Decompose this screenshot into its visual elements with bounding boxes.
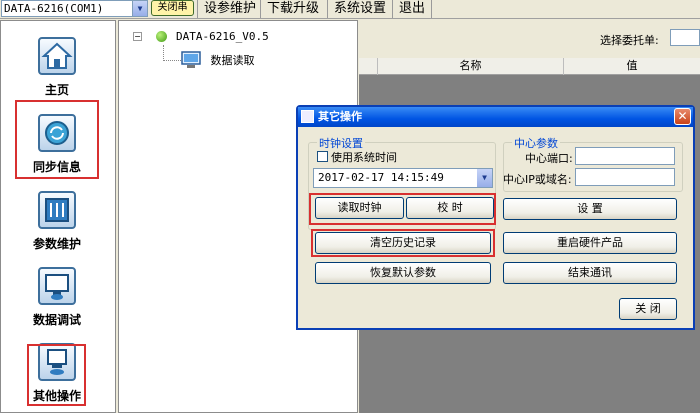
menu-exit[interactable]: 退出 — [392, 0, 433, 18]
computer-icon — [181, 51, 201, 68]
center-port-input[interactable] — [575, 147, 675, 165]
port-select[interactable]: DATA-6216(COM1) ▼ — [1, 0, 148, 17]
collapse-icon[interactable]: − — [133, 31, 142, 41]
nav-label-home: 主页 — [44, 83, 69, 97]
close-icon[interactable]: ✕ — [674, 108, 691, 125]
menu-download-upgrade[interactable]: 下载升级 — [260, 0, 325, 18]
close-serial-button[interactable]: 关闭串 — [151, 0, 194, 16]
grid-row-header-cell — [359, 58, 377, 75]
highlight-box-other — [27, 344, 86, 406]
dialog-title-bar[interactable]: 其它操作 ✕ — [298, 107, 693, 127]
close-button[interactable]: 关 闭 — [619, 298, 677, 320]
grid-header: 名称 值 — [359, 58, 700, 75]
nav-label-debug: 数据调试 — [32, 313, 81, 327]
center-ip-input[interactable] — [575, 168, 675, 186]
tree-root[interactable]: − DATA-6216_V0.5 — [133, 29, 269, 43]
datetime-picker[interactable]: 2017-02-17 14:15:49 ▼ — [313, 168, 493, 188]
calibrate-time-button[interactable]: 校 时 — [406, 197, 494, 219]
datetime-value: 2017-02-17 14:15:49 — [318, 171, 444, 184]
monitor-icon — [38, 267, 76, 305]
port-select-value: DATA-6216(COM1) — [4, 2, 104, 15]
tree-item-data-read[interactable]: 数据读取 — [181, 51, 255, 69]
choose-order-input[interactable] — [670, 29, 700, 46]
menu-system-settings[interactable]: 系统设置 — [327, 0, 392, 18]
home-icon — [38, 37, 76, 75]
tree-item-label: 数据读取 — [210, 54, 255, 67]
set-button[interactable]: 设 置 — [503, 198, 677, 220]
column-header-value[interactable]: 值 — [563, 58, 700, 75]
settings-panel-icon — [38, 191, 76, 229]
top-toolbar: DATA-6216(COM1) ▼ 关闭串 设参维护 下载升级 系统设置 退出 — [0, 0, 700, 19]
chevron-down-icon[interactable]: ▼ — [477, 169, 492, 187]
nav-item-debug[interactable]: 数据调试 — [17, 267, 97, 328]
end-communication-button[interactable]: 结束通讯 — [503, 262, 677, 284]
menu-param-maintain[interactable]: 设参维护 — [197, 0, 262, 18]
choose-order-label: 选择委托单: — [600, 34, 659, 47]
nav-item-home[interactable]: 主页 — [17, 37, 97, 98]
chevron-down-icon[interactable]: ▼ — [132, 1, 147, 16]
tree-connector — [163, 45, 181, 61]
tree-root-label: DATA-6216_V0.5 — [176, 29, 269, 43]
nav-item-params[interactable]: 参数维护 — [17, 191, 97, 252]
use-system-time-label: 使用系统时间 — [331, 151, 397, 164]
restart-hardware-button[interactable]: 重启硬件产品 — [503, 232, 677, 254]
read-clock-button[interactable]: 读取时钟 — [315, 197, 404, 219]
nav-label-params: 参数维护 — [32, 237, 81, 251]
center-ip-label: 中心IP或域名: — [503, 173, 572, 186]
center-group-title: 中心参数 — [512, 135, 560, 151]
window-icon — [301, 110, 314, 123]
column-header-name[interactable]: 名称 — [377, 58, 563, 75]
other-operations-dialog: 其它操作 ✕ 时钟设置 使用系统时间 2017-02-17 14:15:49 ▼… — [296, 105, 695, 330]
left-nav: 主页 同步信息 参数维护 数据调试 其他操作 — [0, 20, 116, 413]
status-dot-icon — [155, 30, 167, 42]
highlight-box-sync — [15, 100, 99, 179]
clear-history-button[interactable]: 清空历史记录 — [315, 232, 491, 254]
restore-defaults-button[interactable]: 恢复默认参数 — [315, 262, 491, 284]
center-port-label: 中心端口: — [525, 152, 573, 165]
use-system-time-checkbox[interactable] — [317, 151, 328, 162]
dialog-title: 其它操作 — [318, 110, 362, 123]
